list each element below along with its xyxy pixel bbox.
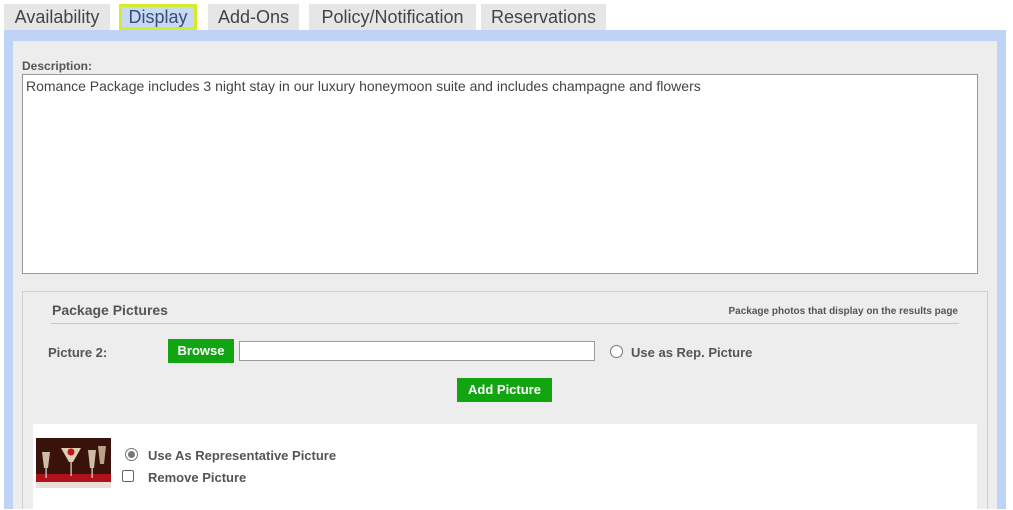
existing-picture-card: Use As Representative Picture Remove Pic… [33, 424, 977, 510]
tab-content-frame: Description: Romance Package includes 3 … [4, 30, 1006, 510]
section-divider [51, 323, 959, 324]
package-pictures-section: Package Pictures Package photos that dis… [22, 291, 988, 510]
description-textarea[interactable]: Romance Package includes 3 night stay in… [22, 74, 978, 274]
package-pictures-title: Package Pictures [52, 302, 168, 318]
use-as-rep-picture-label: Use as Rep. Picture [631, 345, 753, 360]
remove-picture-checkbox[interactable] [122, 470, 134, 482]
tab-add-ons[interactable]: Add-Ons [208, 4, 299, 30]
use-as-representative-label: Use As Representative Picture [148, 448, 337, 463]
package-thumbnail-image [36, 438, 111, 488]
package-pictures-note: Package photos that display on the resul… [728, 306, 959, 317]
tab-availability[interactable]: Availability [4, 4, 110, 30]
remove-picture-label: Remove Picture [148, 470, 247, 485]
picture-file-input[interactable] [239, 341, 595, 361]
tab-policy-notification[interactable]: Policy/Notification [309, 4, 476, 30]
description-label: Description: [22, 59, 93, 73]
add-picture-button[interactable]: Add Picture [457, 378, 552, 402]
browse-button[interactable]: Browse [168, 339, 234, 363]
display-panel: Description: Romance Package includes 3 … [13, 41, 997, 510]
use-as-representative-radio[interactable] [125, 448, 138, 461]
tab-reservations[interactable]: Reservations [481, 4, 606, 30]
tab-display[interactable]: Display [119, 4, 197, 30]
picture-2-label: Picture 2: [48, 345, 108, 360]
use-as-rep-picture-radio[interactable] [610, 345, 623, 358]
